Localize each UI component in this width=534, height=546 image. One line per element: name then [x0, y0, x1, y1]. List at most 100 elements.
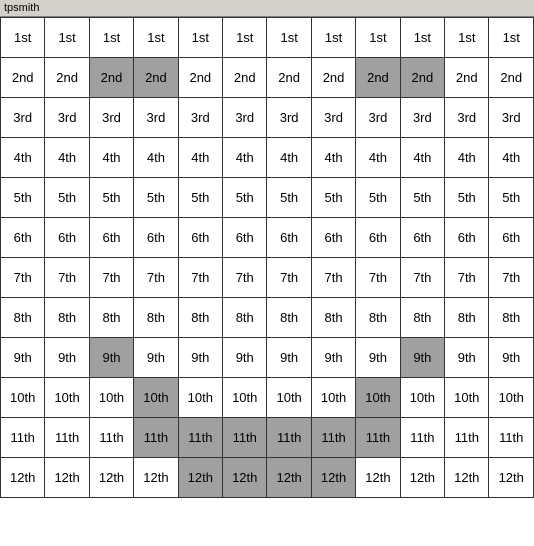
- grid-cell: 10th: [489, 378, 534, 418]
- grid-cell: 11th: [445, 418, 489, 458]
- grid-cell: 3rd: [400, 98, 444, 138]
- grid-cell: 6th: [134, 218, 178, 258]
- grid-cell: 11th: [400, 418, 444, 458]
- grid-cell: 10th: [178, 378, 222, 418]
- grid-cell: 9th: [1, 338, 45, 378]
- grid-cell: 2nd: [45, 58, 89, 98]
- grid-cell: 11th: [134, 418, 178, 458]
- grid-cell: 4th: [89, 138, 133, 178]
- grid-cell: 2nd: [400, 58, 444, 98]
- grid-cell: 5th: [89, 178, 133, 218]
- grid-cell: 2nd: [267, 58, 311, 98]
- grid-cell: 3rd: [223, 98, 267, 138]
- grid-cell: 4th: [267, 138, 311, 178]
- grid-cell: 7th: [134, 258, 178, 298]
- grid-cell: 7th: [45, 258, 89, 298]
- grid-cell: 2nd: [489, 58, 534, 98]
- grid-cell: 7th: [400, 258, 444, 298]
- grid-cell: 12th: [89, 458, 133, 498]
- grid-cell: 4th: [45, 138, 89, 178]
- grid-cell: 9th: [89, 338, 133, 378]
- grid-cell: 11th: [267, 418, 311, 458]
- grid-cell: 4th: [178, 138, 222, 178]
- table-row: 1st1st1st1st1st1st1st1st1st1st1st1st: [1, 18, 534, 58]
- grid-cell: 3rd: [134, 98, 178, 138]
- table-row: 10th10th10th10th10th10th10th10th10th10th…: [1, 378, 534, 418]
- grid-cell: 5th: [45, 178, 89, 218]
- grid-cell: 4th: [356, 138, 400, 178]
- table-row: 9th9th9th9th9th9th9th9th9th9th9th9th: [1, 338, 534, 378]
- grid-cell: 8th: [178, 298, 222, 338]
- grid-cell: 9th: [489, 338, 534, 378]
- grid-cell: 11th: [223, 418, 267, 458]
- grid-cell: 12th: [223, 458, 267, 498]
- grid-cell: 1st: [89, 18, 133, 58]
- grid-cell: 3rd: [45, 98, 89, 138]
- grid-cell: 3rd: [445, 98, 489, 138]
- grid-cell: 10th: [445, 378, 489, 418]
- grid-cell: 6th: [400, 218, 444, 258]
- grid-cell: 1st: [400, 18, 444, 58]
- grid-cell: 7th: [1, 258, 45, 298]
- grid-cell: 12th: [178, 458, 222, 498]
- grid-cell: 8th: [45, 298, 89, 338]
- grid-cell: 8th: [134, 298, 178, 338]
- grid-cell: 1st: [134, 18, 178, 58]
- grid-cell: 7th: [311, 258, 355, 298]
- grid-cell: 12th: [356, 458, 400, 498]
- grid-cell: 6th: [267, 218, 311, 258]
- grid-cell: 2nd: [134, 58, 178, 98]
- grid-cell: 12th: [45, 458, 89, 498]
- grid-cell: 8th: [445, 298, 489, 338]
- grid-cell: 6th: [178, 218, 222, 258]
- grid-cell: 12th: [400, 458, 444, 498]
- grid-cell: 10th: [223, 378, 267, 418]
- grid-cell: 7th: [356, 258, 400, 298]
- grid-cell: 3rd: [1, 98, 45, 138]
- grid-cell: 5th: [445, 178, 489, 218]
- grid-cell: 5th: [134, 178, 178, 218]
- grid-cell: 2nd: [311, 58, 355, 98]
- grid-cell: 12th: [267, 458, 311, 498]
- grid-cell: 10th: [400, 378, 444, 418]
- grid-cell: 5th: [356, 178, 400, 218]
- grid-cell: 8th: [1, 298, 45, 338]
- grid-cell: 4th: [445, 138, 489, 178]
- grid-cell: 11th: [178, 418, 222, 458]
- table-row: 7th7th7th7th7th7th7th7th7th7th7th7th: [1, 258, 534, 298]
- grid-cell: 6th: [356, 218, 400, 258]
- grid-cell: 2nd: [356, 58, 400, 98]
- grid-cell: 6th: [489, 218, 534, 258]
- grid-cell: 1st: [1, 18, 45, 58]
- grid-cell: 11th: [356, 418, 400, 458]
- grid-cell: 9th: [356, 338, 400, 378]
- table-row: 4th4th4th4th4th4th4th4th4th4th4th4th: [1, 138, 534, 178]
- grid-cell: 11th: [89, 418, 133, 458]
- grid-cell: 3rd: [178, 98, 222, 138]
- grid-cell: 1st: [356, 18, 400, 58]
- grid-cell: 5th: [311, 178, 355, 218]
- grid-cell: 8th: [311, 298, 355, 338]
- grid-cell: 3rd: [89, 98, 133, 138]
- grid-cell: 3rd: [356, 98, 400, 138]
- grid-cell: 5th: [178, 178, 222, 218]
- grid-cell: 9th: [134, 338, 178, 378]
- grid-cell: 6th: [45, 218, 89, 258]
- grid-cell: 9th: [400, 338, 444, 378]
- table-row: 3rd3rd3rd3rd3rd3rd3rd3rd3rd3rd3rd3rd: [1, 98, 534, 138]
- grid-cell: 8th: [223, 298, 267, 338]
- grid-cell: 10th: [267, 378, 311, 418]
- grid-cell: 12th: [445, 458, 489, 498]
- table-row: 6th6th6th6th6th6th6th6th6th6th6th6th: [1, 218, 534, 258]
- grid-cell: 1st: [223, 18, 267, 58]
- grid-cell: 3rd: [311, 98, 355, 138]
- grid-cell: 11th: [1, 418, 45, 458]
- grid-cell: 10th: [45, 378, 89, 418]
- table-row: 2nd2nd2nd2nd2nd2nd2nd2nd2nd2nd2nd2nd: [1, 58, 534, 98]
- grid-cell: 9th: [445, 338, 489, 378]
- grid-cell: 12th: [1, 458, 45, 498]
- grid-cell: 4th: [223, 138, 267, 178]
- grid-cell: 8th: [489, 298, 534, 338]
- grid-cell: 7th: [89, 258, 133, 298]
- ordinal-grid: 1st1st1st1st1st1st1st1st1st1st1st1st2nd2…: [0, 17, 534, 498]
